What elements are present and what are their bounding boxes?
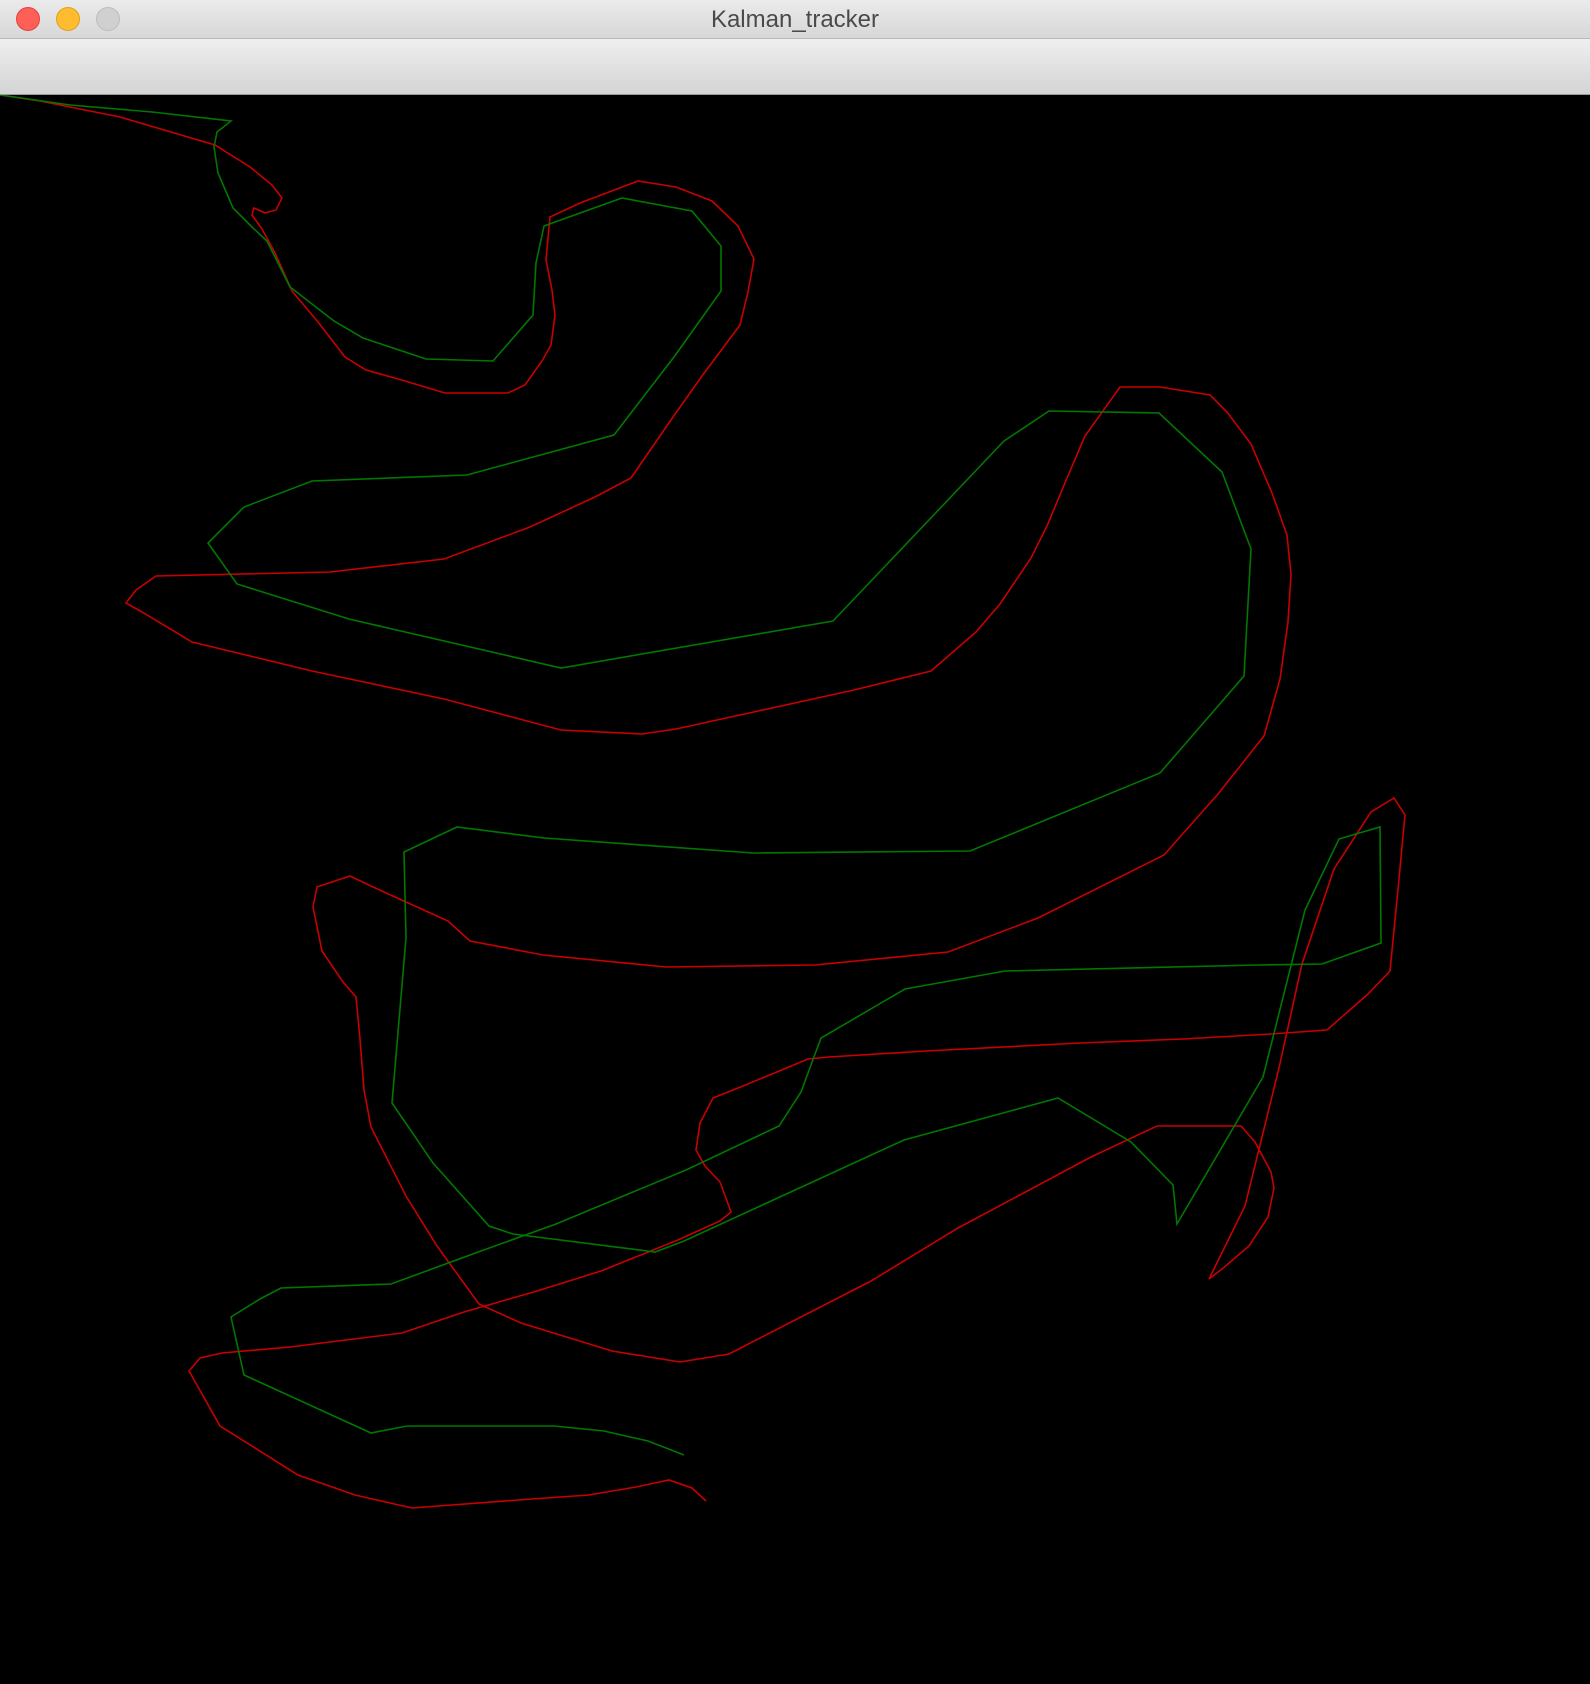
red-trajectory xyxy=(0,95,1406,1509)
tracker-canvas[interactable] xyxy=(0,95,1590,1684)
green-trajectory xyxy=(0,95,1382,1456)
title-bar[interactable]: Kalman_tracker xyxy=(0,0,1590,39)
toolbar xyxy=(0,39,1590,95)
trajectory-plot xyxy=(0,95,1406,1509)
window-title: Kalman_tracker xyxy=(710,6,880,33)
app-window: Kalman_tracker xyxy=(0,0,1590,1684)
